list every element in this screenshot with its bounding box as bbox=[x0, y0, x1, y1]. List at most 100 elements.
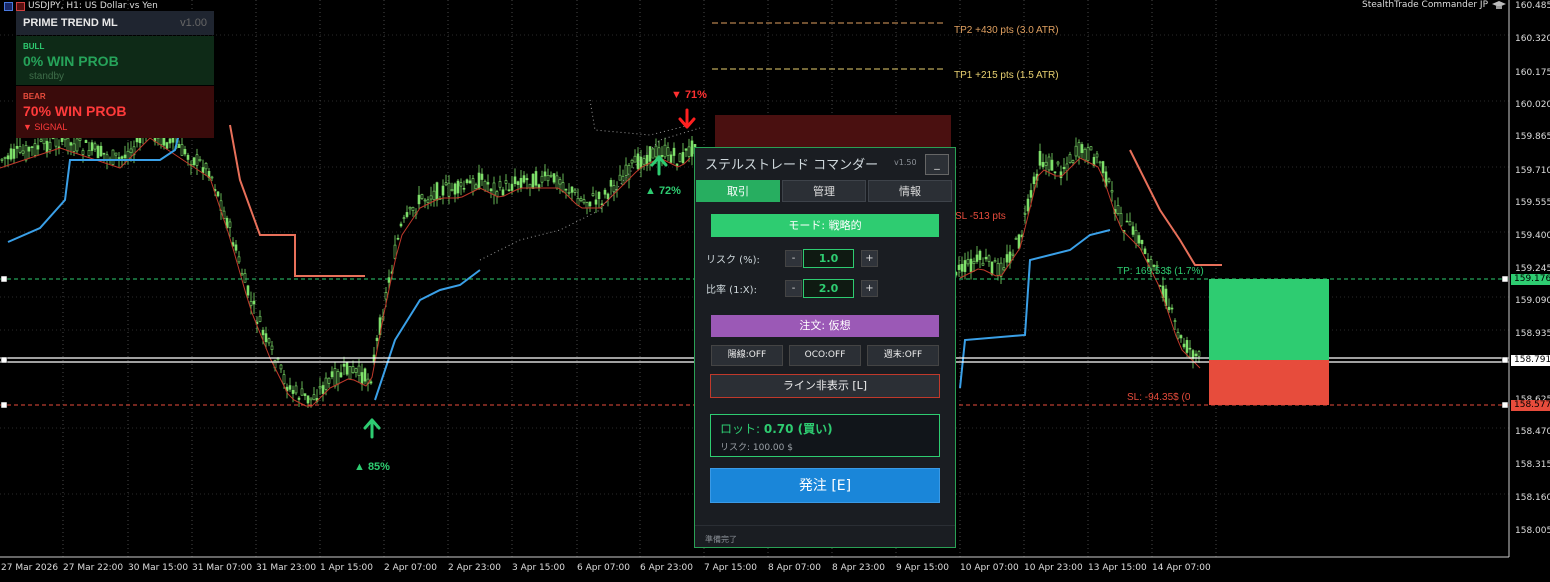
candle-body bbox=[417, 194, 421, 205]
candle-body bbox=[354, 368, 358, 373]
sl-money-annotation: SL: -94.35$ (0 bbox=[1127, 392, 1191, 403]
sl-box bbox=[1209, 360, 1329, 405]
candle-body bbox=[618, 174, 622, 181]
candle-body bbox=[1005, 254, 1009, 263]
candle-body bbox=[330, 371, 334, 378]
sl-zone bbox=[715, 115, 951, 150]
time-label: 9 Apr 15:00 bbox=[896, 563, 949, 573]
trail-line bbox=[589, 99, 691, 136]
mode-button[interactable]: モード: 戦略的 bbox=[711, 214, 939, 237]
candle-body bbox=[588, 201, 592, 207]
price-label: 158.470 bbox=[1515, 427, 1550, 437]
risk-input[interactable]: 1.0 bbox=[803, 249, 854, 268]
candle-body bbox=[1188, 347, 1192, 350]
candle-body bbox=[426, 199, 430, 203]
risk-minus-button[interactable]: - bbox=[785, 250, 802, 267]
trade-panel[interactable]: ステルストレード コマンダー v1.50 _ 取引 管理 情報 モード: 戦略的… bbox=[694, 147, 956, 548]
candle-body bbox=[369, 381, 373, 384]
candle-body bbox=[1038, 150, 1042, 166]
candle-body bbox=[429, 195, 433, 200]
status-text: 準備完了 bbox=[705, 535, 737, 544]
candle-body bbox=[66, 138, 70, 152]
tab-trade[interactable]: 取引 bbox=[696, 180, 780, 202]
candle-body bbox=[300, 388, 304, 396]
candle-body bbox=[1068, 154, 1072, 163]
line-handle bbox=[1501, 401, 1509, 409]
candle-body bbox=[432, 190, 436, 201]
time-label: 27 Mar 22:00 bbox=[63, 563, 124, 573]
candle-body bbox=[411, 207, 415, 211]
expert-icon[interactable] bbox=[16, 1, 25, 11]
trade-panel-title: ステルストレード コマンダー bbox=[705, 158, 879, 173]
candle-body bbox=[462, 187, 466, 190]
candle-body bbox=[321, 385, 325, 394]
candle-body bbox=[258, 316, 262, 322]
candle-body bbox=[666, 147, 670, 156]
price-label: 160.020 bbox=[1515, 100, 1550, 110]
candle-body bbox=[195, 154, 199, 166]
bull-section: BULL 0% WIN PROB standby bbox=[16, 36, 214, 85]
ratio-label: 比率 (1:X): bbox=[706, 285, 757, 296]
candle-body bbox=[543, 171, 547, 177]
candle-body bbox=[165, 142, 169, 149]
candle-body bbox=[996, 263, 1000, 276]
risk-plus-button[interactable]: + bbox=[861, 250, 878, 267]
toggle-candle-button[interactable]: 陽線:OFF bbox=[711, 345, 783, 366]
price-label: 158.935 bbox=[1515, 329, 1550, 339]
candle-body bbox=[1125, 220, 1129, 223]
bull-arrow-icon bbox=[363, 418, 381, 439]
candle-body bbox=[483, 180, 487, 191]
candle-body bbox=[651, 148, 655, 159]
candle-body bbox=[1044, 161, 1048, 166]
candle-body bbox=[183, 149, 187, 155]
candle-body bbox=[1062, 167, 1066, 170]
candle-body bbox=[387, 277, 391, 283]
ratio-input[interactable]: 2.0 bbox=[803, 279, 854, 298]
ratio-plus-button[interactable]: + bbox=[861, 280, 878, 297]
candle-body bbox=[591, 193, 595, 196]
candle-body bbox=[420, 194, 424, 199]
candle-body bbox=[999, 262, 1003, 277]
chart-icon[interactable] bbox=[4, 1, 13, 11]
candle-body bbox=[264, 333, 268, 343]
candle-body bbox=[288, 385, 292, 390]
toggle-oco-button[interactable]: OCO:OFF bbox=[789, 345, 861, 366]
candle-body bbox=[1110, 190, 1114, 193]
candle-body bbox=[72, 143, 76, 152]
candle-body bbox=[480, 173, 484, 180]
candle-body bbox=[276, 358, 280, 360]
candle-body bbox=[1182, 343, 1186, 348]
ratio-minus-button[interactable]: - bbox=[785, 280, 802, 297]
candle-body bbox=[336, 371, 340, 385]
candle-body bbox=[648, 146, 652, 162]
candle-body bbox=[123, 154, 127, 159]
candle-body bbox=[549, 174, 553, 177]
candle-body bbox=[216, 191, 220, 197]
time-label: 7 Apr 15:00 bbox=[704, 563, 757, 573]
toggle-weekend-button[interactable]: 週末:OFF bbox=[867, 345, 939, 366]
candle-body bbox=[117, 157, 121, 159]
candle-body bbox=[81, 150, 85, 155]
supertrend-down-line bbox=[229, 124, 365, 277]
candle-body bbox=[1071, 160, 1075, 163]
candle-body bbox=[45, 140, 49, 153]
price-label: 158.315 bbox=[1515, 460, 1550, 470]
tab-info[interactable]: 情報 bbox=[868, 180, 952, 202]
prime-trend-header: PRIME TREND ML v1.00 bbox=[16, 11, 214, 35]
candle-body bbox=[15, 145, 19, 149]
tab-manage[interactable]: 管理 bbox=[782, 180, 866, 202]
send-order-button[interactable]: 発注 [E] bbox=[710, 468, 940, 503]
candle-body bbox=[1086, 147, 1090, 161]
candle-body bbox=[525, 178, 529, 181]
candle-body bbox=[234, 244, 238, 251]
minimize-button[interactable]: _ bbox=[925, 154, 949, 175]
candle-body bbox=[75, 138, 79, 152]
candle-body bbox=[375, 337, 379, 341]
candle-body bbox=[99, 145, 103, 157]
candle-body bbox=[3, 157, 7, 159]
candle-body bbox=[576, 197, 580, 206]
hide-lines-button[interactable]: ライン非表示 [L] bbox=[710, 374, 940, 398]
candle-body bbox=[519, 177, 523, 188]
order-type-button[interactable]: 注文: 仮想 bbox=[711, 315, 939, 337]
candle-body bbox=[24, 145, 28, 161]
